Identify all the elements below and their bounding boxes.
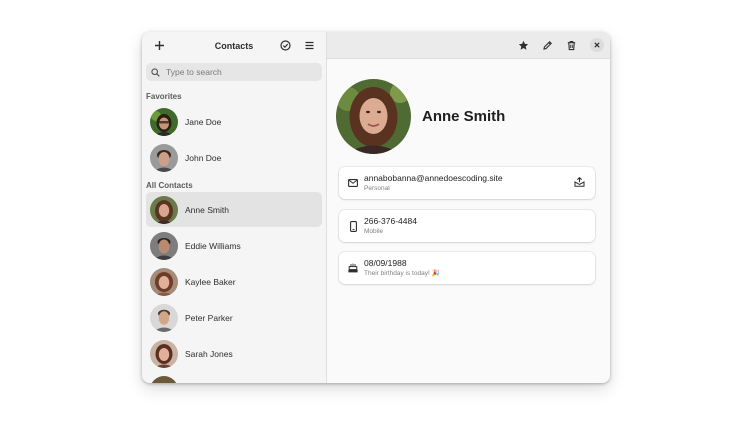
favorites-heading: Favorites bbox=[146, 92, 182, 101]
details-header bbox=[327, 32, 610, 59]
avatar bbox=[150, 339, 178, 368]
contact-name: Jane Doe bbox=[185, 116, 222, 127]
send-email-icon bbox=[574, 176, 585, 187]
hamburger-menu-icon bbox=[305, 41, 313, 50]
select-contacts-button[interactable] bbox=[274, 35, 296, 57]
contact-photo bbox=[336, 79, 411, 154]
avatar bbox=[150, 195, 178, 224]
avatar bbox=[150, 107, 178, 136]
birthday-card[interactable]: 08/09/1988 Their birthday is today! 🎉 bbox=[339, 252, 595, 284]
contacts-window: Contacts Type to search Favorites Jane D… bbox=[142, 32, 610, 383]
cake-icon bbox=[348, 263, 358, 273]
contact-name: Sarah Jones bbox=[185, 348, 233, 359]
contact-name: Eddie Williams bbox=[185, 240, 241, 251]
contact-row-peter-parker[interactable]: Peter Parker bbox=[146, 300, 322, 335]
all-contacts-heading: All Contacts bbox=[146, 181, 193, 190]
avatar bbox=[150, 303, 178, 332]
send-email-button[interactable] bbox=[574, 174, 585, 192]
contact-details-pane: Anne Smith annabobanna@annedoescoding.si… bbox=[327, 32, 610, 383]
search-input[interactable] bbox=[164, 66, 308, 78]
email-card[interactable]: annabobanna@annedoescoding.site Personal bbox=[339, 167, 595, 199]
contact-name-heading: Anne Smith bbox=[422, 108, 506, 125]
search-box[interactable] bbox=[146, 63, 322, 81]
avatar bbox=[150, 267, 178, 296]
birthday-label: Their birthday is today! 🎉 bbox=[364, 270, 440, 277]
contact-name: Peter Parker bbox=[185, 312, 233, 323]
delete-button[interactable] bbox=[560, 34, 582, 56]
contact-row-anne-smith[interactable]: Anne Smith bbox=[146, 192, 322, 227]
phone-card[interactable]: 266-376-4484 Mobile bbox=[339, 210, 595, 242]
email-value: annabobanna@annedoescoding.site bbox=[364, 173, 503, 183]
contact-row-eddie-williams[interactable]: Eddie Williams bbox=[146, 228, 322, 263]
pencil-icon bbox=[542, 40, 552, 50]
contact-row-sarah-jones[interactable]: Sarah Jones bbox=[146, 336, 322, 371]
phone-value: 266-376-4484 bbox=[364, 216, 417, 226]
contact-name: Kaylee Baker bbox=[185, 276, 236, 287]
plus-icon bbox=[154, 41, 164, 50]
envelope-icon bbox=[348, 179, 358, 187]
email-label: Personal bbox=[364, 185, 390, 192]
phone-icon bbox=[349, 220, 357, 232]
sidebar-header: Contacts bbox=[142, 32, 326, 59]
main-menu-button[interactable] bbox=[298, 35, 320, 57]
edit-button[interactable] bbox=[536, 34, 558, 56]
search-icon bbox=[151, 67, 160, 77]
contact-name: Anne Smith bbox=[185, 204, 229, 215]
avatar bbox=[150, 143, 178, 172]
trash-icon bbox=[567, 40, 575, 50]
contact-row-partial[interactable] bbox=[146, 372, 322, 383]
avatar bbox=[150, 375, 178, 383]
contact-name: John Doe bbox=[185, 152, 222, 163]
phone-label: Mobile bbox=[364, 228, 384, 235]
close-window-button[interactable] bbox=[590, 38, 604, 52]
contact-profile: Anne Smith bbox=[336, 79, 505, 154]
close-icon bbox=[594, 42, 600, 48]
contact-row-jane-doe[interactable]: Jane Doe bbox=[146, 104, 322, 139]
contact-row-john-doe[interactable]: John Doe bbox=[146, 140, 322, 175]
favorite-button[interactable] bbox=[512, 34, 534, 56]
contact-row-kaylee-baker[interactable]: Kaylee Baker bbox=[146, 264, 322, 299]
birthday-value: 08/09/1988 bbox=[364, 258, 407, 268]
avatar bbox=[150, 231, 178, 260]
check-circle-icon bbox=[279, 40, 291, 51]
add-contact-button[interactable] bbox=[148, 35, 170, 57]
star-icon bbox=[518, 40, 528, 50]
sidebar: Contacts Type to search Favorites Jane D… bbox=[142, 32, 327, 383]
